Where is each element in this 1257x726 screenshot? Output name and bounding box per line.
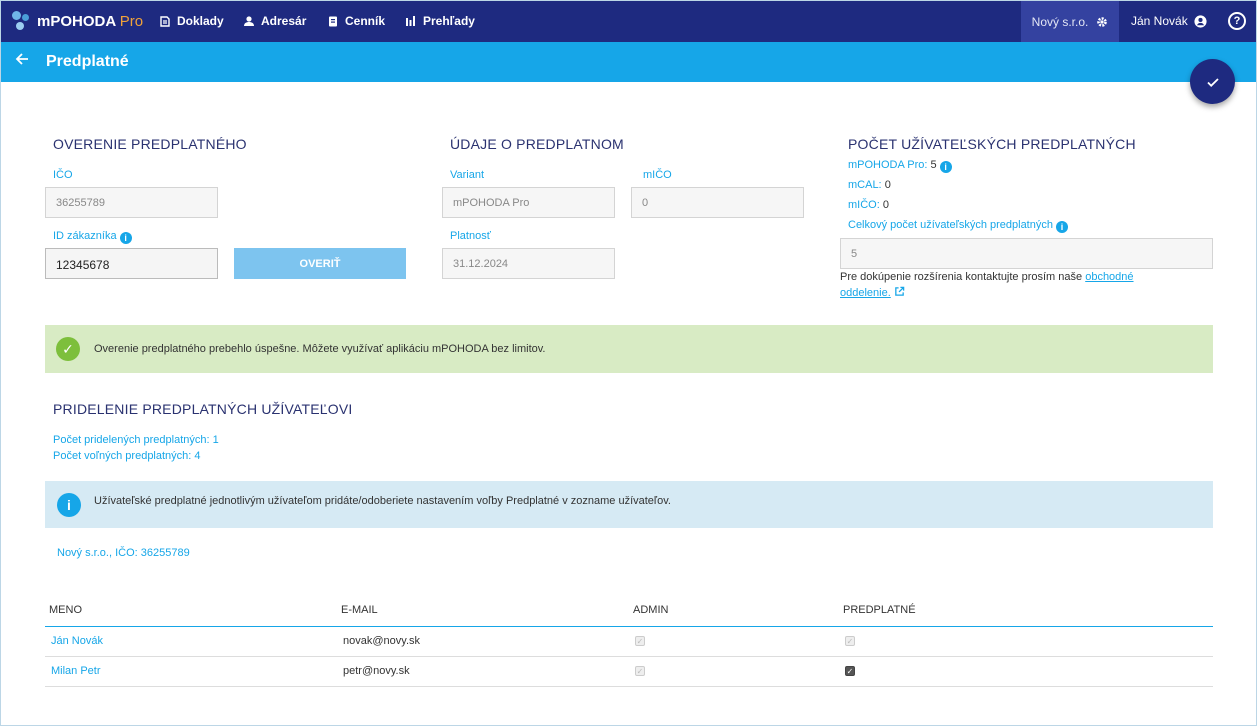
- page-title: Predplatné: [46, 53, 129, 70]
- external-link-icon[interactable]: [894, 286, 905, 297]
- info-icon[interactable]: i: [939, 161, 952, 173]
- admin-checkbox: ✓: [635, 666, 645, 676]
- user-name-link[interactable]: Milan Petr: [51, 665, 101, 677]
- customer-id-label: ID zákazníka i: [53, 230, 132, 244]
- account-circle-icon: [1194, 14, 1207, 28]
- bar-chart-icon: [406, 16, 415, 26]
- company-name: Nový s.r.o.: [1031, 14, 1089, 29]
- documents-icon: [160, 16, 170, 27]
- app-logo[interactable]: mPOHODA Pro: [11, 10, 143, 32]
- col-email[interactable]: E-MAIL: [341, 604, 378, 616]
- subscription-section-title: ÚDAJE O PREDPLATNOM: [450, 136, 624, 152]
- ico-label: IČO: [53, 169, 73, 181]
- ico-field: 36255789: [45, 187, 218, 218]
- col-admin[interactable]: ADMIN: [633, 604, 668, 616]
- validity-field: 31.12.2024: [442, 248, 615, 279]
- mico-field: 0: [631, 187, 804, 218]
- gear-icon: [1097, 16, 1108, 27]
- nav-adresar[interactable]: Adresár: [243, 14, 306, 28]
- user-name: Ján Novák: [1131, 14, 1188, 28]
- page-header: Predplatné: [1, 42, 1256, 82]
- person-icon: [244, 16, 254, 26]
- verify-section-title: OVERENIE PREDPLATNÉHO: [53, 136, 247, 152]
- customer-id-input[interactable]: 12345678: [45, 248, 218, 279]
- back-arrow-icon[interactable]: [14, 51, 30, 72]
- nav-prehlady[interactable]: Prehľady: [405, 14, 475, 28]
- counts-section-title: POČET UŽÍVATEĽSKÝCH PREDPLATNÝCH: [848, 136, 1136, 152]
- app-name: mPOHODA Pro: [37, 12, 144, 30]
- verify-button[interactable]: OVERIŤ: [234, 248, 406, 279]
- validity-label: Platnosť: [450, 230, 491, 242]
- info-icon[interactable]: i: [119, 232, 132, 244]
- user-email: petr@novy.sk: [343, 665, 410, 677]
- mico-label: mIČO: [643, 169, 672, 181]
- variant-label: Variant: [450, 169, 485, 181]
- confirm-button[interactable]: [1190, 59, 1235, 104]
- assigned-count: Počet pridelených predplatných: 1: [53, 434, 219, 446]
- table-row: Milan Petr petr@novy.sk ✓ ✓: [45, 657, 1213, 687]
- info-message: Užívateľské predplatné jednotlivým užíva…: [94, 495, 671, 507]
- clipboard-icon: [329, 16, 337, 27]
- user-name-link[interactable]: Ján Novák: [51, 635, 103, 647]
- pro-count: mPOHODA Pro: 5i: [848, 159, 952, 173]
- company-switcher[interactable]: Nový s.r.o.: [1021, 1, 1119, 42]
- success-alert: ✓ Overenie predplatného prebehlo úspešne…: [45, 325, 1213, 373]
- check-circle-icon: ✓: [56, 337, 80, 361]
- info-icon[interactable]: i: [1055, 221, 1068, 233]
- info-circle-icon: i: [57, 493, 81, 517]
- mcal-count: mCAL: 0: [848, 179, 891, 191]
- free-count: Počet voľných predplatných: 4: [53, 450, 201, 462]
- variant-field: mPOHODA Pro: [442, 187, 615, 218]
- logo-mark-icon: [11, 10, 33, 32]
- nav-cennik[interactable]: Cenník: [327, 14, 385, 28]
- contact-note: Pre dokúpenie rozšírenia kontaktujte pro…: [840, 271, 1134, 299]
- help-icon[interactable]: ?: [1228, 12, 1246, 30]
- top-navbar: mPOHODA Pro Doklady Adresár Cenník Prehľ…: [1, 1, 1256, 42]
- admin-checkbox: ✓: [635, 636, 645, 646]
- table-header: MENO E-MAIL ADMIN PREDPLATNÉ: [45, 598, 1213, 627]
- total-count-field: 5: [840, 238, 1213, 269]
- col-name[interactable]: MENO: [49, 604, 82, 616]
- info-alert: i Užívateľské predplatné jednotlivým uží…: [45, 481, 1213, 528]
- subscription-checkbox: ✓: [845, 636, 855, 646]
- nav-doklady[interactable]: Doklady: [159, 14, 224, 28]
- subscription-checkbox[interactable]: ✓: [845, 666, 855, 676]
- col-subscription[interactable]: PREDPLATNÉ: [843, 604, 916, 616]
- company-ico-line: Nový s.r.o., IČO: 36255789: [57, 547, 190, 559]
- mico-count: mIČO: 0: [848, 199, 889, 211]
- table-row: Ján Novák novak@novy.sk ✓ ✓: [45, 627, 1213, 657]
- assign-section-title: PRIDELENIE PREDPLATNÝCH UŽÍVATEĽOVI: [53, 401, 353, 417]
- users-table: MENO E-MAIL ADMIN PREDPLATNÉ Ján Novák n…: [45, 598, 1213, 687]
- total-count-label: Celkový počet užívateľských predplatných…: [848, 219, 1068, 233]
- check-icon: [1206, 77, 1219, 87]
- user-email: novak@novy.sk: [343, 635, 420, 647]
- success-message: Overenie predplatného prebehlo úspešne. …: [94, 343, 546, 355]
- user-menu[interactable]: Ján Novák: [1131, 14, 1207, 28]
